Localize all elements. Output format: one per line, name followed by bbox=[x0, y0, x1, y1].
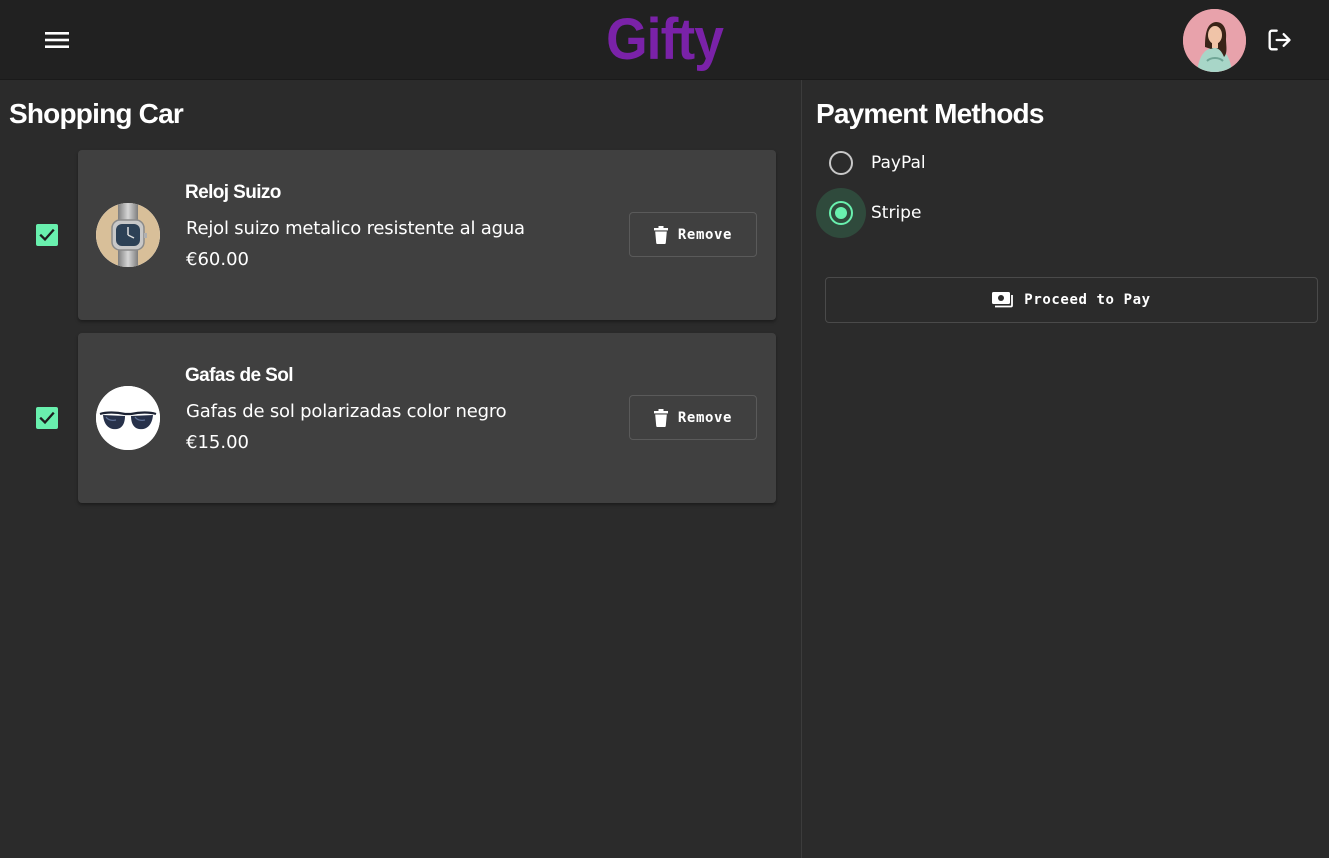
payment-option-paypal[interactable]: PayPal bbox=[816, 138, 1116, 188]
app-bar: Gifty bbox=[0, 0, 1329, 80]
remove-button-label: Remove bbox=[677, 409, 733, 426]
payment-option-label: Stripe bbox=[871, 203, 922, 223]
radio-checked-icon[interactable] bbox=[829, 201, 853, 225]
item-description: Gafas de sol polarizadas color negro bbox=[186, 401, 507, 422]
payment-option-stripe[interactable]: Stripe bbox=[816, 188, 1116, 238]
item-price: €60.00 bbox=[186, 249, 249, 270]
radio-unchecked-icon[interactable] bbox=[829, 151, 853, 175]
check-icon bbox=[39, 228, 55, 242]
cart-item-card: Gafas de Sol Gafas de sol polarizadas co… bbox=[78, 333, 776, 503]
item-name: Reloj Suizo bbox=[185, 182, 281, 203]
sunglasses-image bbox=[96, 386, 160, 450]
item-price: €15.00 bbox=[186, 432, 249, 453]
remove-button[interactable]: Remove bbox=[629, 212, 757, 257]
payment-title: Payment Methods bbox=[816, 98, 1044, 129]
payments-icon bbox=[992, 292, 1014, 308]
user-avatar[interactable] bbox=[1183, 9, 1246, 72]
app-logo[interactable]: Gifty bbox=[0, 6, 1329, 73]
payment-panel: Payment Methods PayPal Stripe Proceed to… bbox=[801, 80, 1329, 858]
remove-button-label: Remove bbox=[677, 226, 733, 243]
trash-icon bbox=[653, 225, 668, 244]
item-description: Rejol suizo metalico resistente al agua bbox=[186, 218, 525, 239]
shopping-cart-panel: Shopping Car Reloj Suizo Rejol suizo met… bbox=[0, 80, 801, 858]
item-checkbox-reloj-suizo[interactable] bbox=[36, 224, 58, 246]
cart-title: Shopping Car bbox=[9, 98, 184, 129]
radio-ripple bbox=[816, 188, 866, 238]
payment-option-label: PayPal bbox=[871, 153, 926, 173]
proceed-to-pay-label: Proceed to Pay bbox=[1024, 292, 1151, 308]
logout-button[interactable] bbox=[1259, 20, 1299, 60]
menu-button[interactable] bbox=[37, 20, 77, 60]
logout-icon bbox=[1268, 29, 1291, 51]
check-icon bbox=[39, 411, 55, 425]
proceed-to-pay-button[interactable]: Proceed to Pay bbox=[825, 277, 1318, 323]
trash-icon bbox=[653, 408, 668, 427]
cart-item-card: Reloj Suizo Rejol suizo metalico resiste… bbox=[78, 150, 776, 320]
remove-button[interactable]: Remove bbox=[629, 395, 757, 440]
menu-icon bbox=[45, 32, 69, 48]
watch-image bbox=[96, 203, 160, 267]
radio-dot bbox=[835, 207, 847, 219]
item-checkbox-gafas-de-sol[interactable] bbox=[36, 407, 58, 429]
radio-ripple bbox=[816, 138, 866, 188]
item-name: Gafas de Sol bbox=[185, 365, 294, 386]
